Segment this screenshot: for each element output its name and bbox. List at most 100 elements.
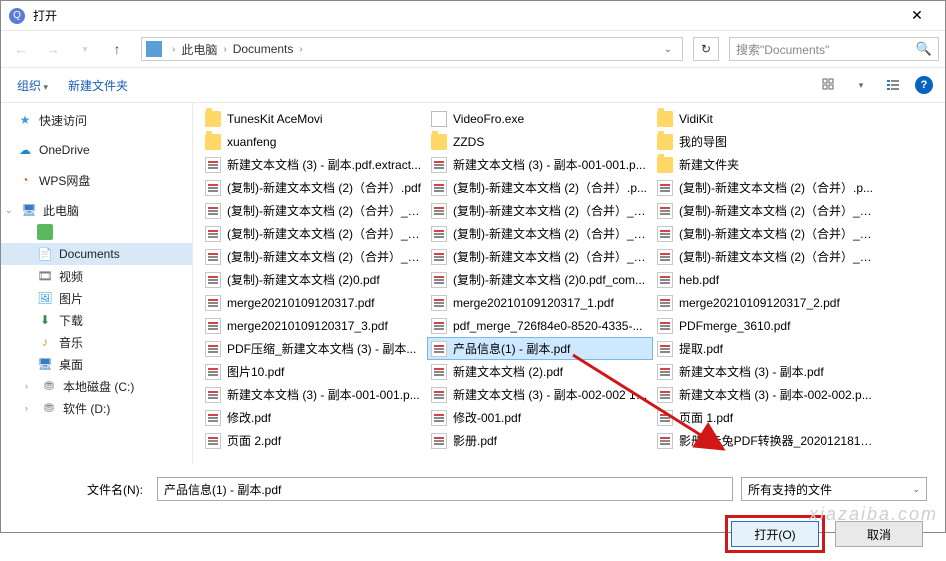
file-item[interactable]: heb.pdf [653,268,879,291]
file-item[interactable]: 新建文本文档 (3) - 副本-001-001.p... [427,153,653,176]
file-name: (复制)-新建文本文档 (2)（合并）_加... [679,202,875,219]
pdf-icon [431,433,447,449]
file-item[interactable]: (复制)-新建文本文档 (2)（合并）_加... [653,199,879,222]
file-item[interactable]: VidiKit [653,107,879,130]
file-item[interactable]: 修改-001.pdf [427,406,653,429]
forward-button[interactable]: → [39,35,67,63]
file-item[interactable]: xuanfeng [201,130,427,153]
file-item[interactable]: 影册_赤兔PDF转换器_20201218102... [653,429,879,452]
file-name: (复制)-新建文本文档 (2)（合并）.pdf [227,179,423,196]
file-item[interactable]: 影册.pdf [427,429,653,452]
file-name: heb.pdf [679,273,875,287]
up-button[interactable]: ↑ [103,35,131,63]
file-item[interactable]: PDF压缩_新建文本文档 (3) - 副本... [201,337,427,360]
file-name: 新建文本文档 (3) - 副本-002-002.p... [679,386,875,403]
file-item[interactable]: 新建文本文档 (3) - 副本.pdf [653,360,879,383]
file-item[interactable]: (复制)-新建文本文档 (2)（合并）.p... [427,176,653,199]
file-item[interactable]: (复制)-新建文本文档 (2)（合并）.pdf [201,176,427,199]
view-details-button[interactable] [883,75,903,95]
tree-wps[interactable]: ◔WPS网盘 [1,169,192,191]
file-item[interactable]: 图片10.pdf [201,360,427,383]
filename-input[interactable] [157,477,733,501]
file-item[interactable]: 页面 1.pdf [653,406,879,429]
tree-disk-d[interactable]: ›⛃软件 (D:) [1,397,192,419]
file-item[interactable]: VideoFro.exe [427,107,653,130]
file-item[interactable]: (复制)-新建文本文档 (2)（合并）_加... [427,245,653,268]
breadcrumb-documents[interactable]: Documents [231,42,296,56]
file-item[interactable]: (复制)-新建文本文档 (2)（合并）_c... [427,199,653,222]
pdf-icon [657,249,673,265]
file-item[interactable]: (复制)-新建文本文档 (2)（合并）_已... [653,245,879,268]
file-item[interactable]: (复制)-新建文本文档 (2)0.pdf_com... [427,268,653,291]
file-item[interactable]: (复制)-新建文本文档 (2)（合并）_加... [653,222,879,245]
file-name: 修改-001.pdf [453,409,649,426]
help-button[interactable]: ? [915,76,933,94]
tree-documents[interactable]: 📄Documents [1,243,192,265]
pdf-icon [657,387,673,403]
file-item[interactable]: 新建文件夹 [653,153,879,176]
expand-icon[interactable]: › [25,403,35,413]
close-button[interactable]: ✕ [897,7,937,24]
refresh-button[interactable]: ↻ [693,37,719,61]
file-item[interactable]: 产品信息(1) - 副本.pdf [427,337,653,360]
address-bar[interactable]: › 此电脑 › Documents › ⌄ [141,37,683,61]
file-name: 新建文本文档 (3) - 副本-002-002 1.... [453,386,649,403]
organize-menu[interactable]: 组织 [13,75,52,96]
tree-unknown-green[interactable] [1,221,192,243]
view-dropdown[interactable]: ▾ [851,75,871,95]
search-input[interactable]: 搜索"Documents" 🔍 [729,37,939,61]
tree-video[interactable]: 🎞视频 [1,265,192,287]
pdf-icon [431,180,447,196]
file-item[interactable]: (复制)-新建文本文档 (2)（合并）.p... [653,176,879,199]
file-item[interactable]: 页面 2.pdf [201,429,427,452]
cancel-button[interactable]: 取消 [835,521,923,547]
file-item[interactable]: 新建文本文档 (3) - 副本-001-001.p... [201,383,427,406]
tree-disk-c[interactable]: ›⛃本地磁盘 (C:) [1,375,192,397]
file-item[interactable]: 我的导图 [653,130,879,153]
file-item[interactable]: (复制)-新建文本文档 (2)（合并）_加... [427,222,653,245]
file-item[interactable]: 提取.pdf [653,337,879,360]
file-item[interactable]: merge20210109120317.pdf [201,291,427,314]
app-icon: Q [9,8,25,24]
tree-onedrive[interactable]: ☁OneDrive [1,139,192,161]
address-dropdown[interactable]: ⌄ [658,44,678,55]
expand-icon[interactable]: ⌄ [5,205,15,216]
recent-dropdown[interactable]: ▾ [71,35,99,63]
file-item[interactable]: PDFmerge_3610.pdf [653,314,879,337]
tree-music[interactable]: ♪音乐 [1,331,192,353]
breadcrumb-thispc[interactable]: 此电脑 [179,41,219,58]
file-item[interactable]: merge20210109120317_3.pdf [201,314,427,337]
back-button[interactable]: ← [7,35,35,63]
tree-downloads[interactable]: ⬇下载 [1,309,192,331]
tree-quick-access[interactable]: ★快速访问 [1,109,192,131]
file-name: (复制)-新建文本文档 (2)0.pdf [227,271,423,288]
wps-icon: ◔ [17,172,33,188]
new-folder-button[interactable]: 新建文件夹 [64,75,132,96]
file-item[interactable]: 修改.pdf [201,406,427,429]
file-item[interactable]: merge20210109120317_1.pdf [427,291,653,314]
pdf-icon [431,364,447,380]
open-button[interactable]: 打开(O) [731,521,819,547]
file-item[interactable]: pdf_merge_726f84e0-8520-4335-... [427,314,653,337]
filetype-filter[interactable]: 所有支持的文件⌄ [741,477,927,501]
tree-thispc[interactable]: ⌄🖥此电脑 [1,199,192,221]
file-item[interactable]: 新建文本文档 (3) - 副本.pdf.extract... [201,153,427,176]
file-item[interactable]: ZZDS [427,130,653,153]
tree-desktop[interactable]: 🖥桌面 [1,353,192,375]
file-item[interactable]: (复制)-新建文本文档 (2)0.pdf [201,268,427,291]
file-item[interactable]: TunesKit AceMovi [201,107,427,130]
file-name: 页面 2.pdf [227,432,423,449]
file-item[interactable]: (复制)-新建文本文档 (2)（合并）_加... [201,222,427,245]
file-item[interactable]: 新建文本文档 (3) - 副本-002-002 1.... [427,383,653,406]
file-item[interactable]: (复制)-新建文本文档 (2)（合并）_1... [201,199,427,222]
view-thumbnails-button[interactable] [819,75,839,95]
pdf-icon [205,157,221,173]
folder-icon [657,111,673,127]
file-item[interactable]: 新建文本文档 (2).pdf [427,360,653,383]
expand-icon[interactable]: › [25,381,35,391]
file-list[interactable]: TunesKit AceMovixuanfeng新建文本文档 (3) - 副本.… [193,103,945,463]
file-item[interactable]: (复制)-新建文本文档 (2)（合并）_加... [201,245,427,268]
file-item[interactable]: merge20210109120317_2.pdf [653,291,879,314]
tree-pictures[interactable]: 🖼图片 [1,287,192,309]
file-item[interactable]: 新建文本文档 (3) - 副本-002-002.p... [653,383,879,406]
